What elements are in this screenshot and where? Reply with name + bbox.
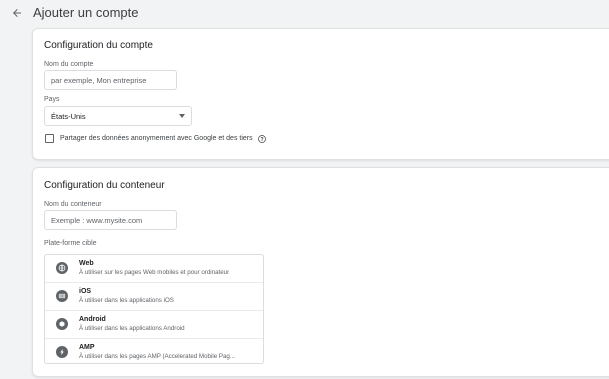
platform-name: Android <box>79 316 106 323</box>
platform-desc: À utiliser dans les applications iOS <box>79 297 174 304</box>
share-data-row: Partager des données anonymement avec Go… <box>45 134 266 143</box>
header: Ajouter un compte <box>0 0 609 26</box>
platform-option-ios[interactable]: iOS iOS À utiliser dans les applications… <box>45 283 263 310</box>
platform-option-android[interactable]: Android À utiliser dans les applications… <box>45 311 263 338</box>
container-name-input[interactable] <box>44 210 177 230</box>
account-config-title: Configuration du compte <box>44 40 153 51</box>
platform-desc: À utiliser sur les pages Web mobiles et … <box>79 269 230 276</box>
share-data-checkbox[interactable] <box>45 134 54 143</box>
platform-desc: À utiliser dans les pages AMP (Accelerat… <box>79 353 236 360</box>
account-name-input[interactable] <box>44 70 177 90</box>
platform-name: AMP <box>79 344 95 351</box>
page-title: Ajouter un compte <box>33 5 139 20</box>
globe-icon <box>56 262 68 274</box>
country-label: Pays <box>44 96 60 103</box>
account-name-label: Nom du compte <box>44 61 94 68</box>
platform-list: Web À utiliser sur les pages Web mobiles… <box>44 254 264 364</box>
ios-icon: iOS <box>56 290 68 302</box>
back-button[interactable] <box>9 5 25 21</box>
svg-text:?: ? <box>260 136 263 142</box>
page: Ajouter un compte Configuration du compt… <box>0 0 609 379</box>
platform-name: iOS <box>79 288 92 295</box>
container-name-label: Nom du conteneur <box>44 201 102 208</box>
target-platform-label: Plate-forme cible <box>44 240 97 247</box>
share-data-label: Partager des données anonymement avec Go… <box>60 135 253 142</box>
container-config-title: Configuration du conteneur <box>44 180 165 191</box>
platform-desc: À utiliser dans les applications Android <box>79 325 185 332</box>
dropdown-arrow-icon <box>179 114 185 118</box>
country-select-value: États-Unis <box>51 111 86 121</box>
country-select[interactable]: États-Unis <box>44 106 192 126</box>
arrow-back-icon <box>13 9 21 17</box>
platform-name: Web <box>79 260 94 267</box>
android-icon <box>56 318 68 330</box>
help-icon[interactable]: ? <box>257 134 266 143</box>
amp-icon <box>56 346 68 358</box>
container-config-card: Configuration du conteneur Nom du conten… <box>32 167 609 377</box>
platform-option-web[interactable]: Web À utiliser sur les pages Web mobiles… <box>45 255 263 282</box>
account-config-card: Configuration du compte Nom du compte Pa… <box>32 28 609 160</box>
platform-option-amp[interactable]: AMP À utiliser dans les pages AMP (Accel… <box>45 339 263 366</box>
svg-text:iOS: iOS <box>60 295 65 298</box>
